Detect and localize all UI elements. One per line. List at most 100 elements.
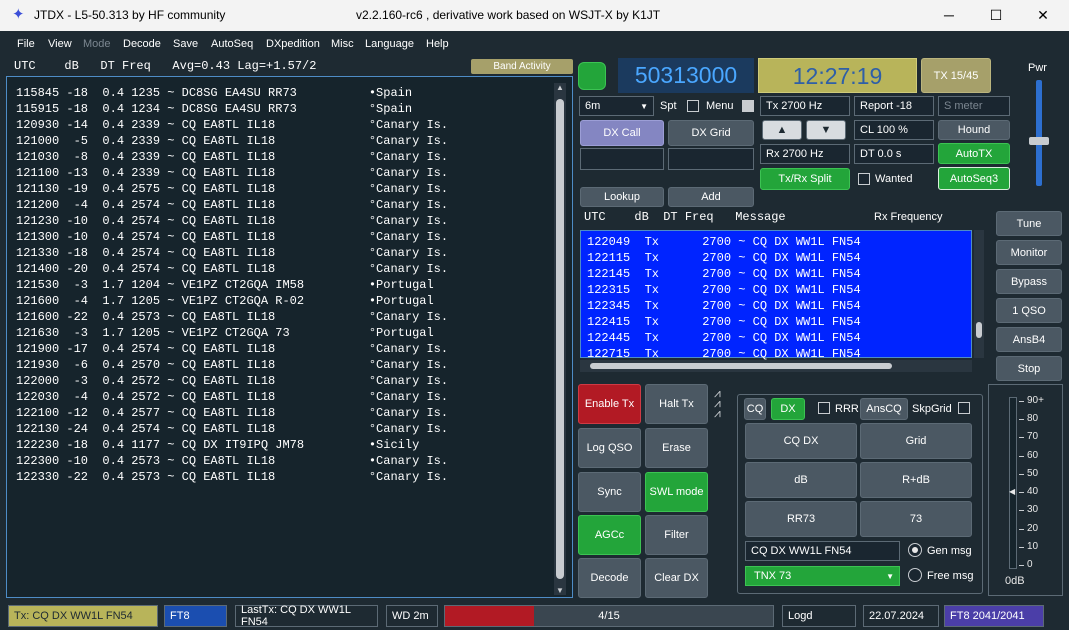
decode-row[interactable]: 120930 -14 0.4 2339 ~ CQ EA8TL IL18 °Can… (16, 117, 448, 133)
menu-file[interactable]: File (17, 38, 35, 50)
s-meter-field[interactable]: S meter (938, 96, 1010, 116)
log-qso-button[interactable]: Log QSO (578, 428, 641, 468)
bypass-button[interactable]: Bypass (996, 269, 1062, 294)
tx-history-row[interactable]: 122145 Tx 2700 ~ CQ DX WW1L FN54 (587, 266, 861, 282)
filter-button[interactable]: Filter (645, 515, 708, 555)
tx-history-hscrollbar[interactable] (580, 360, 972, 372)
dx-grid-input[interactable] (668, 148, 754, 170)
clear-dx-button[interactable]: Clear DX (645, 558, 708, 598)
band-activity-panel[interactable]: 115845 -18 0.4 1235 ~ DC8SG EA4SU RR73 •… (6, 76, 573, 598)
hscrollbar-thumb[interactable] (590, 363, 892, 369)
agcc-button[interactable]: AGCc (578, 515, 641, 555)
rrr-checkbox[interactable] (818, 402, 830, 414)
rr73-button[interactable]: RR73 (745, 501, 857, 537)
decode-row[interactable]: 121100 -13 0.4 2339 ~ CQ EA8TL IL18 °Can… (16, 165, 448, 181)
dx-grid-button[interactable]: DX Grid (668, 120, 754, 146)
ansb4-button[interactable]: AnsB4 (996, 327, 1062, 352)
autoseq3-button[interactable]: AutoSeq3 (938, 167, 1010, 190)
decode-list[interactable]: 115845 -18 0.4 1235 ~ DC8SG EA4SU RR73 •… (16, 85, 448, 485)
decode-row[interactable]: 122230 -18 0.4 1177 ~ CQ DX IT9IPQ JM78 … (16, 437, 448, 453)
band-select[interactable]: 6m ▼ (579, 96, 654, 116)
cq-dx-button[interactable]: CQ DX (745, 423, 857, 459)
tx-history-row[interactable]: 122049 Tx 2700 ~ CQ DX WW1L FN54 (587, 234, 861, 250)
decode-row[interactable]: 121600 -4 1.7 1205 ~ VE1PZ CT2GQA R-02 •… (16, 293, 448, 309)
decode-row[interactable]: 121330 -18 0.4 2574 ~ CQ EA8TL IL18 °Can… (16, 245, 448, 261)
dt-spinbox[interactable]: DT 0.0 s (854, 144, 934, 164)
cq-button[interactable]: CQ (744, 398, 766, 420)
tx-history-row[interactable]: 122345 Tx 2700 ~ CQ DX WW1L FN54 (587, 298, 861, 314)
minimize-icon[interactable]: ─ (926, 0, 972, 31)
dx-call-input[interactable] (580, 148, 664, 170)
tx-history-row[interactable]: 122415 Tx 2700 ~ CQ DX WW1L FN54 (587, 314, 861, 330)
tx-frequency-spinbox[interactable]: Tx 2700 Hz (760, 96, 850, 116)
menu-view[interactable]: View (48, 38, 72, 50)
decode-row[interactable]: 121400 -20 0.4 2574 ~ CQ EA8TL IL18 °Can… (16, 261, 448, 277)
dx-call-button[interactable]: DX Call (580, 120, 664, 146)
menu-language[interactable]: Language (365, 38, 414, 50)
decode-row[interactable]: 121530 -3 1.7 1204 ~ VE1PZ CT2GQA IM58 •… (16, 277, 448, 293)
tx-history-list[interactable]: 122049 Tx 2700 ~ CQ DX WW1L FN54 122115 T… (580, 230, 972, 361)
decode-row[interactable]: 115915 -18 0.4 1234 ~ DC8SG EA4SU RR73 °… (16, 101, 448, 117)
band-activity-button[interactable]: Band Activity (471, 59, 573, 74)
menu-autoseq[interactable]: AutoSeq (211, 38, 253, 50)
menu-dxpedition[interactable]: DXpedition (266, 38, 320, 50)
halt-tx-button[interactable]: Halt Tx (645, 384, 708, 424)
lookup-button[interactable]: Lookup (580, 187, 664, 207)
free-msg-radio[interactable] (908, 568, 922, 582)
decode-row[interactable]: 121300 -10 0.4 2574 ~ CQ EA8TL IL18 °Can… (16, 229, 448, 245)
tx-history-scrollbar[interactable] (974, 230, 984, 358)
spt-checkbox[interactable] (687, 100, 699, 112)
tx-rx-split-button[interactable]: Tx/Rx Split (760, 168, 850, 190)
decode-row[interactable]: 115845 -18 0.4 1235 ~ DC8SG EA4SU RR73 •… (16, 85, 448, 101)
decode-row[interactable]: 121030 -8 0.4 2339 ~ CQ EA8TL IL18 °Cana… (16, 149, 448, 165)
decode-row[interactable]: 121630 -3 1.7 1205 ~ VE1PZ CT2GQA 73 °Po… (16, 325, 448, 341)
tx-history-row[interactable]: 122315 Tx 2700 ~ CQ DX WW1L FN54 (587, 282, 861, 298)
skpgrid-checkbox[interactable] (958, 402, 970, 414)
decode-row[interactable]: 122330 -22 0.4 2573 ~ CQ EA8TL IL18 °Can… (16, 469, 448, 485)
erase-button[interactable]: Erase (645, 428, 708, 468)
menu-checkbox[interactable] (742, 100, 754, 112)
grid-button[interactable]: Grid (860, 423, 972, 459)
decode-row[interactable]: 122130 -24 0.4 2574 ~ CQ EA8TL IL18 °Can… (16, 421, 448, 437)
wanted-checkbox[interactable] (858, 173, 870, 185)
tx-history-row[interactable]: 122445 Tx 2700 ~ CQ DX WW1L FN54 (587, 330, 861, 346)
swl-mode-button[interactable]: SWL mode (645, 472, 708, 512)
pwr-slider-track[interactable] (1036, 80, 1042, 186)
tune-button[interactable]: Tune (996, 211, 1062, 236)
menu-mode[interactable]: Mode (83, 38, 111, 50)
menu-help[interactable]: Help (426, 38, 449, 50)
autotx-button[interactable]: AutoTX (938, 143, 1010, 164)
decode-row[interactable]: 121900 -17 0.4 2574 ~ CQ EA8TL IL18 °Can… (16, 341, 448, 357)
add-button[interactable]: Add (668, 187, 754, 207)
maximize-icon[interactable]: ☐ (973, 0, 1019, 31)
tx-history-row[interactable]: 122115 Tx 2700 ~ CQ DX WW1L FN54 (587, 250, 861, 266)
scroll-down-icon[interactable]: ▼ (554, 586, 566, 595)
db-button[interactable]: dB (745, 462, 857, 498)
decode-row[interactable]: 121130 -19 0.4 2575 ~ CQ EA8TL IL18 °Can… (16, 181, 448, 197)
close-icon[interactable]: ✕ (1020, 0, 1066, 31)
decode-row[interactable]: 122300 -10 0.4 2573 ~ CQ EA8TL IL18 •Can… (16, 453, 448, 469)
73-button[interactable]: 73 (860, 501, 972, 537)
hound-button[interactable]: Hound (938, 120, 1010, 140)
free-message-combo[interactable]: TNX 73 ▼ (745, 566, 900, 586)
gen-msg-radio[interactable] (908, 543, 922, 557)
report-spinbox[interactable]: Report -18 (854, 96, 934, 116)
decode-row[interactable]: 121200 -4 0.4 2574 ~ CQ EA8TL IL18 °Cana… (16, 197, 448, 213)
menu-misc[interactable]: Misc (331, 38, 354, 50)
anscq-button[interactable]: AnsCQ (860, 398, 908, 420)
r-db-button[interactable]: R+dB (860, 462, 972, 498)
swap-arrows-icon[interactable]: ⩘ ⩘ ⩘ (714, 387, 721, 419)
decode-row[interactable]: 121000 -5 0.4 2339 ~ CQ EA8TL IL18 °Cana… (16, 133, 448, 149)
decode-row[interactable]: 121930 -6 0.4 2570 ~ CQ EA8TL IL18 °Cana… (16, 357, 448, 373)
generated-message-field[interactable]: CQ DX WW1L FN54 (745, 541, 900, 561)
decode-row[interactable]: 122000 -3 0.4 2572 ~ CQ EA8TL IL18 °Cana… (16, 373, 448, 389)
decode-row[interactable]: 121230 -10 0.4 2574 ~ CQ EA8TL IL18 °Can… (16, 213, 448, 229)
pwr-slider-handle[interactable] (1029, 136, 1049, 145)
enable-tx-button[interactable]: Enable Tx (578, 384, 641, 424)
decode-button[interactable]: Decode (578, 558, 641, 598)
cl-spinbox[interactable]: CL 100 % (854, 120, 934, 140)
sync-button[interactable]: Sync (578, 472, 641, 512)
rx-frequency-spinbox[interactable]: Rx 2700 Hz (760, 144, 850, 164)
decode-row[interactable]: 121600 -22 0.4 2573 ~ CQ EA8TL IL18 °Can… (16, 309, 448, 325)
tx-counter-button[interactable]: TX 15/45 (921, 58, 991, 93)
